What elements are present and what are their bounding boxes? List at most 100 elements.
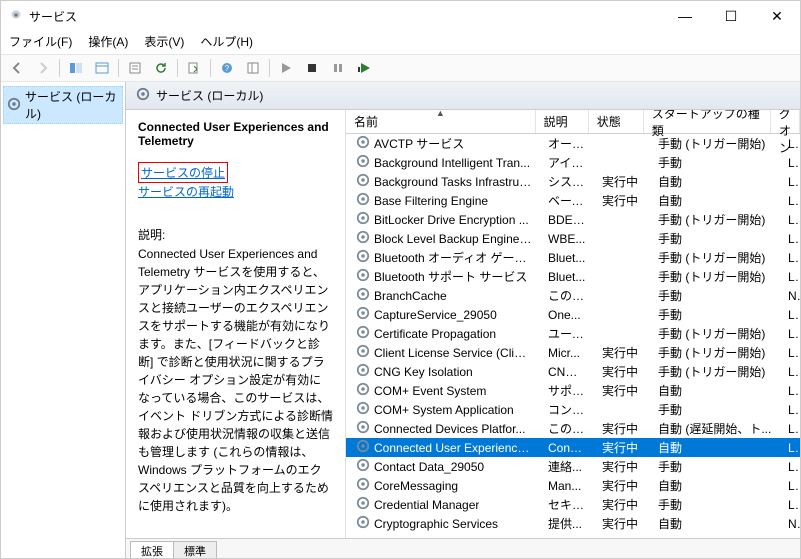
service-startup: 手動 (トリガー開始)	[650, 268, 780, 285]
service-logon: Local S	[780, 270, 800, 284]
gear-icon	[7, 97, 21, 114]
help-button[interactable]: ?	[215, 57, 239, 79]
tree-root-item[interactable]: サービス (ローカル)	[3, 86, 123, 124]
menu-view[interactable]: 表示(V)	[144, 33, 184, 50]
service-startup: 手動	[650, 401, 780, 418]
service-description: Bluet...	[540, 251, 594, 265]
service-row[interactable]: Bluetooth サポート サービスBluet...手動 (トリガー開始)Lo…	[346, 267, 800, 286]
stop-service-button[interactable]	[300, 57, 324, 79]
service-row[interactable]: Base Filtering Engineベース...実行中自動Local S	[346, 191, 800, 210]
service-description: セキュ...	[540, 496, 594, 513]
view-tabs: 拡張 標準	[126, 538, 800, 558]
service-description: オーデ...	[540, 135, 594, 152]
service-description: Conn...	[540, 441, 594, 455]
service-startup: 自動	[650, 515, 780, 532]
service-name: Base Filtering Engine	[374, 194, 488, 208]
service-name: BranchCache	[374, 289, 447, 303]
show-hide-tree-button[interactable]	[64, 57, 88, 79]
menu-help[interactable]: ヘルプ(H)	[200, 33, 253, 50]
pause-service-button[interactable]	[326, 57, 350, 79]
svg-text:?: ?	[225, 64, 230, 73]
toolbar: ?	[1, 54, 800, 82]
tab-extended[interactable]: 拡張	[130, 541, 174, 558]
service-description: サポー...	[540, 382, 594, 399]
column-settings-button[interactable]	[241, 57, 265, 79]
column-state[interactable]: 状態	[589, 110, 644, 133]
sort-indicator-icon: ▲	[436, 110, 445, 118]
title-bar: サービス ― ☐ ✕	[1, 1, 800, 31]
service-logon: Network	[780, 517, 800, 531]
service-row[interactable]: Cryptographic Services提供...実行中自動Network	[346, 514, 800, 533]
service-startup: 手動 (トリガー開始)	[650, 325, 780, 342]
gear-icon	[356, 515, 370, 532]
service-row[interactable]: CNG Key IsolationCNG ...実行中手動 (トリガー開始)Lo…	[346, 362, 800, 381]
service-state: 実行中	[594, 515, 650, 532]
service-row[interactable]: Bluetooth オーディオ ゲートウェ...Bluet...手動 (トリガー…	[346, 248, 800, 267]
restart-service-link[interactable]: サービスの再起動	[138, 183, 333, 200]
forward-button[interactable]	[31, 57, 55, 79]
service-row[interactable]: Certificate Propagationユーザ...手動 (トリガー開始)…	[346, 324, 800, 343]
gear-icon	[356, 439, 370, 456]
service-name: AVCTP サービス	[374, 135, 464, 152]
details-view-button[interactable]	[90, 57, 114, 79]
service-startup: 手動 (トリガー開始)	[650, 344, 780, 361]
maximize-button[interactable]: ☐	[708, 1, 754, 31]
service-row[interactable]: CoreMessagingMan...実行中自動Local S	[346, 476, 800, 495]
description-text: Connected User Experiences and Telemetry…	[138, 245, 333, 515]
service-logon: Local S	[780, 365, 800, 379]
service-row[interactable]: BitLocker Drive Encryption ...BDES...手動 …	[346, 210, 800, 229]
start-service-button[interactable]	[274, 57, 298, 79]
service-row[interactable]: CaptureService_29050One...手動Local S	[346, 305, 800, 324]
service-state: 実行中	[594, 173, 650, 190]
service-startup: 手動	[650, 154, 780, 171]
service-row[interactable]: COM+ System Applicationコンポ...手動Local S	[346, 400, 800, 419]
window-title: サービス	[29, 8, 662, 25]
service-name: Background Tasks Infrastruc...	[374, 175, 532, 189]
service-row[interactable]: Background Tasks Infrastruc...システ...実行中自…	[346, 172, 800, 191]
restart-service-button[interactable]	[352, 57, 376, 79]
service-name: Connected Devices Platfor...	[374, 422, 525, 436]
minimize-button[interactable]: ―	[662, 1, 708, 31]
menu-action[interactable]: 操作(A)	[88, 33, 128, 50]
stop-service-link[interactable]: サービスの停止	[141, 164, 225, 181]
service-name: COM+ System Application	[374, 403, 514, 417]
column-name[interactable]: 名前 ▲	[346, 110, 536, 133]
gear-icon	[356, 458, 370, 475]
gear-icon	[136, 87, 150, 104]
menu-file[interactable]: ファイル(F)	[9, 33, 72, 50]
service-state: 実行中	[594, 382, 650, 399]
gear-icon	[356, 344, 370, 361]
tab-standard[interactable]: 標準	[173, 541, 217, 558]
gear-icon	[356, 401, 370, 418]
service-row[interactable]: BranchCacheこのサ...手動Network	[346, 286, 800, 305]
close-button[interactable]: ✕	[754, 1, 800, 31]
service-row[interactable]: Connected User Experience...Conn...実行中自動…	[346, 438, 800, 457]
refresh-button[interactable]	[149, 57, 173, 79]
properties-button[interactable]	[123, 57, 147, 79]
service-startup: 手動 (トリガー開始)	[650, 211, 780, 228]
service-row[interactable]: Credential Managerセキュ...実行中手動Local S	[346, 495, 800, 514]
service-row[interactable]: Contact Data_29050連絡...実行中手動Local S	[346, 457, 800, 476]
gear-icon	[356, 287, 370, 304]
service-name: Bluetooth オーディオ ゲートウェ...	[374, 249, 532, 266]
service-row[interactable]: COM+ Event Systemサポー...実行中自動Local S	[346, 381, 800, 400]
separator	[59, 59, 60, 77]
service-row[interactable]: Background Intelligent Tran...アイド...手動Lo…	[346, 153, 800, 172]
selected-service-name: Connected User Experiences and Telemetry	[138, 120, 333, 148]
back-button[interactable]	[5, 57, 29, 79]
service-logon: Local S	[780, 156, 800, 170]
column-logon[interactable]: ログオン	[771, 110, 800, 133]
column-startup[interactable]: スタートアップの種類	[644, 110, 771, 133]
service-row[interactable]: Connected Devices Platfor...このサ...実行中自動 …	[346, 419, 800, 438]
gear-icon	[356, 173, 370, 190]
service-state: 実行中	[594, 420, 650, 437]
service-description: システ...	[540, 173, 594, 190]
column-description[interactable]: 説明	[536, 110, 589, 133]
service-startup: 自動	[650, 382, 780, 399]
service-name: Connected User Experience...	[374, 441, 532, 455]
export-list-button[interactable]	[182, 57, 206, 79]
service-row[interactable]: Block Level Backup Engine ...WBE...手動Loc…	[346, 229, 800, 248]
service-logon: Local S	[780, 232, 800, 246]
service-logon: Network	[780, 289, 800, 303]
service-row[interactable]: Client License Service (ClipS...Micr...実…	[346, 343, 800, 362]
